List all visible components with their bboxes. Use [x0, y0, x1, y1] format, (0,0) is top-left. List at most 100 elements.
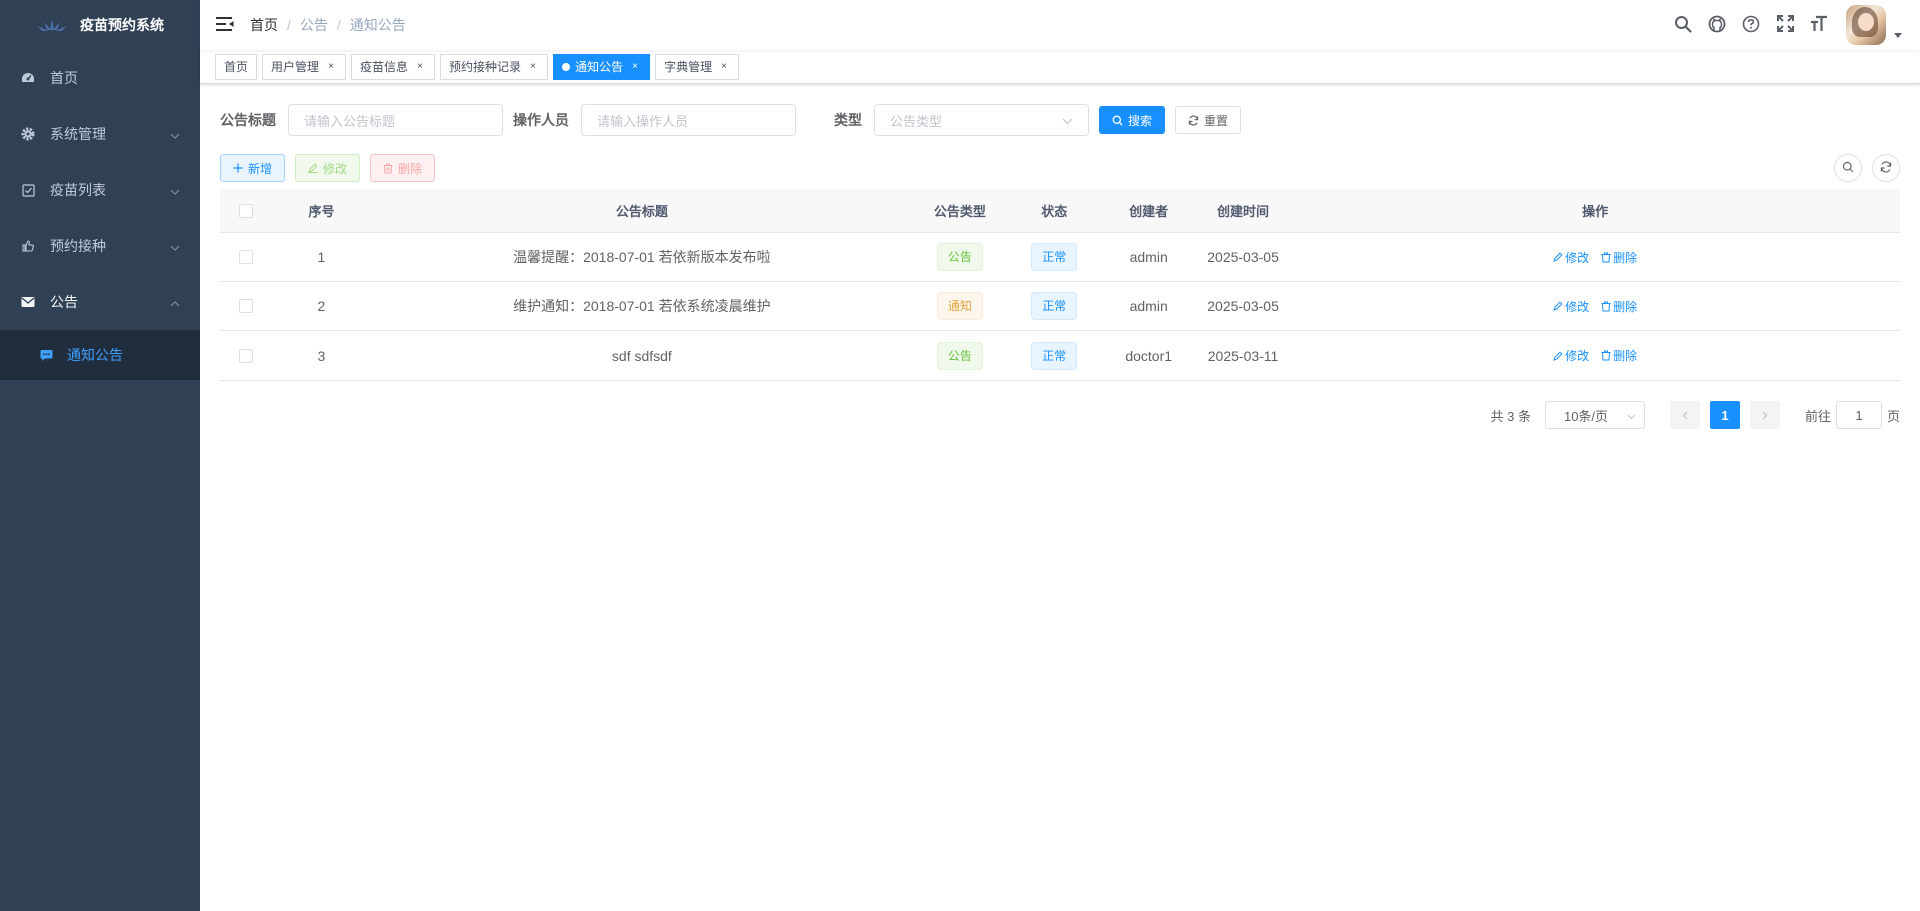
table-header: 序号 公告标题 公告类型 状态 创建者 创建时间 操作: [220, 189, 1900, 233]
gear-icon: [20, 126, 36, 142]
row-edit-button[interactable]: 修改: [1553, 249, 1589, 266]
dashboard-icon: [20, 70, 36, 86]
edit-button[interactable]: 修改: [295, 154, 361, 182]
reset-button[interactable]: 重置: [1175, 106, 1242, 134]
sidebar-item-label: 疫苗列表: [50, 182, 106, 198]
page-size-select[interactable]: 10条/页: [1544, 401, 1645, 429]
notice-title: 温馨提醒：2018-07-01 若依新版本发布啦: [513, 249, 771, 265]
chevron-up-icon: [170, 294, 180, 310]
sidebar-item-system[interactable]: 系统管理: [0, 106, 200, 162]
sidebar-subitem-notices[interactable]: 通知公告: [0, 330, 200, 380]
sidebar-subitem-label: 通知公告: [67, 347, 123, 363]
goto-label: 前往: [1804, 408, 1831, 424]
github-button[interactable]: [1700, 0, 1734, 50]
fullscreen-button[interactable]: [1768, 0, 1802, 50]
column-header: 公告标题: [615, 204, 668, 219]
creator: admin: [1129, 249, 1168, 265]
notice-title: sdf sdfsdf: [611, 347, 672, 364]
row-delete-button[interactable]: 删除: [1601, 249, 1637, 266]
row-checkbox[interactable]: [238, 348, 253, 363]
row-edit-button[interactable]: 修改: [1553, 298, 1589, 315]
header-checkbox-cell: [220, 203, 272, 218]
trash-icon: [383, 163, 393, 174]
type-label: 类型: [834, 112, 862, 128]
logo[interactable]: 疫苗预约系统: [0, 0, 200, 50]
creator: doctor1: [1125, 347, 1173, 364]
add-button-label: 新增: [248, 161, 273, 176]
close-icon[interactable]: ×: [718, 54, 730, 80]
close-icon[interactable]: ×: [629, 54, 641, 80]
sidebar-item-vaccines[interactable]: 疫苗列表: [0, 162, 200, 218]
avatar-dropdown[interactable]: [1846, 5, 1902, 45]
tag-vaccination-records[interactable]: 预约接种记录 ×: [440, 53, 549, 80]
prev-page-button[interactable]: [1669, 401, 1700, 429]
tag-label: 疫苗信息: [360, 59, 409, 74]
thumb-icon: [20, 238, 36, 254]
plus-icon: [233, 163, 243, 173]
table-row: 3 sdf sdfsdf 公告 正常 doctor1 2025-03-11 修改…: [220, 331, 1900, 380]
tag-label: 字典管理: [664, 59, 713, 74]
tag-home[interactable]: 首页: [215, 53, 258, 80]
row-delete-label: 删除: [1613, 250, 1638, 265]
fullscreen-icon: [1776, 15, 1794, 35]
next-page-button[interactable]: [1749, 401, 1780, 429]
status-badge: 正常: [1031, 243, 1078, 271]
tag-vaccine-info[interactable]: 疫苗信息 ×: [351, 53, 436, 80]
close-icon[interactable]: ×: [527, 54, 539, 80]
github-icon: [1708, 15, 1726, 36]
trash-icon: [1601, 301, 1611, 312]
notice-type-select[interactable]: 公告类型: [874, 104, 1089, 136]
notice-title-input[interactable]: 请输入公告标题: [288, 104, 503, 136]
refresh-icon: [1188, 114, 1199, 126]
close-icon[interactable]: ×: [325, 54, 337, 80]
logo-icon: [36, 18, 68, 32]
font-size-icon: [1810, 15, 1828, 36]
tag-dictionary[interactable]: 字典管理 ×: [655, 53, 740, 80]
chevron-down-icon: [170, 126, 180, 142]
pagination: 共 3 条 10条/页 1 前往 1 页: [220, 401, 1900, 429]
header-search-button[interactable]: [1666, 0, 1700, 50]
row-delete-button[interactable]: 删除: [1601, 298, 1637, 315]
refresh-button[interactable]: [1872, 154, 1900, 182]
sidebar-item-notice[interactable]: 公告: [0, 274, 200, 330]
add-button[interactable]: 新增: [220, 154, 286, 182]
row-edit-button[interactable]: 修改: [1553, 347, 1589, 364]
mail-icon: [20, 294, 36, 310]
operator-input[interactable]: 请输入操作人员: [581, 104, 796, 136]
placeholder: 请输入操作人员: [597, 113, 689, 129]
breadcrumb: 首页 / 公告 / 通知公告: [250, 15, 406, 35]
help-button[interactable]: [1734, 0, 1768, 50]
page-size-value: 10条/页: [1563, 408, 1609, 424]
row-checkbox[interactable]: [238, 299, 253, 313]
page-number-button[interactable]: 1: [1709, 401, 1740, 429]
goto-page-input[interactable]: 1: [1835, 401, 1882, 429]
sidebar-item-appointment[interactable]: 预约接种: [0, 218, 200, 274]
breadcrumb-separator: /: [287, 17, 291, 33]
toggle-search-button[interactable]: [1834, 154, 1862, 182]
app-title: 疫苗预约系统: [80, 17, 164, 33]
select-all-checkbox[interactable]: [238, 203, 253, 218]
avatar: [1846, 5, 1886, 45]
row-index: 1: [317, 249, 326, 265]
sidebar-item-label: 系统管理: [50, 126, 106, 142]
row-checkbox[interactable]: [238, 250, 253, 264]
column-header: 公告类型: [933, 204, 986, 219]
size-select-button[interactable]: [1802, 0, 1836, 50]
sidebar-item-home[interactable]: 首页: [0, 50, 200, 106]
type-badge: 公告: [936, 341, 983, 370]
tag-label: 预约接种记录: [449, 59, 522, 74]
search-button[interactable]: 搜索: [1099, 106, 1166, 134]
placeholder: 请输入公告标题: [304, 113, 396, 129]
breadcrumb-item-home[interactable]: 首页: [250, 15, 278, 35]
creator: admin: [1129, 298, 1168, 314]
tag-notices[interactable]: 通知公告 ×: [553, 53, 651, 80]
close-icon[interactable]: ×: [414, 54, 426, 80]
row-delete-button[interactable]: 删除: [1601, 347, 1637, 364]
hamburger-button[interactable]: [200, 0, 250, 50]
tag-user-management[interactable]: 用户管理 ×: [262, 53, 347, 80]
edit-button-label: 修改: [323, 161, 348, 176]
row-index: 3: [317, 347, 326, 364]
page-unit: 页: [1886, 408, 1900, 424]
column-header: 操作: [1582, 204, 1609, 219]
delete-button[interactable]: 删除: [370, 154, 436, 182]
